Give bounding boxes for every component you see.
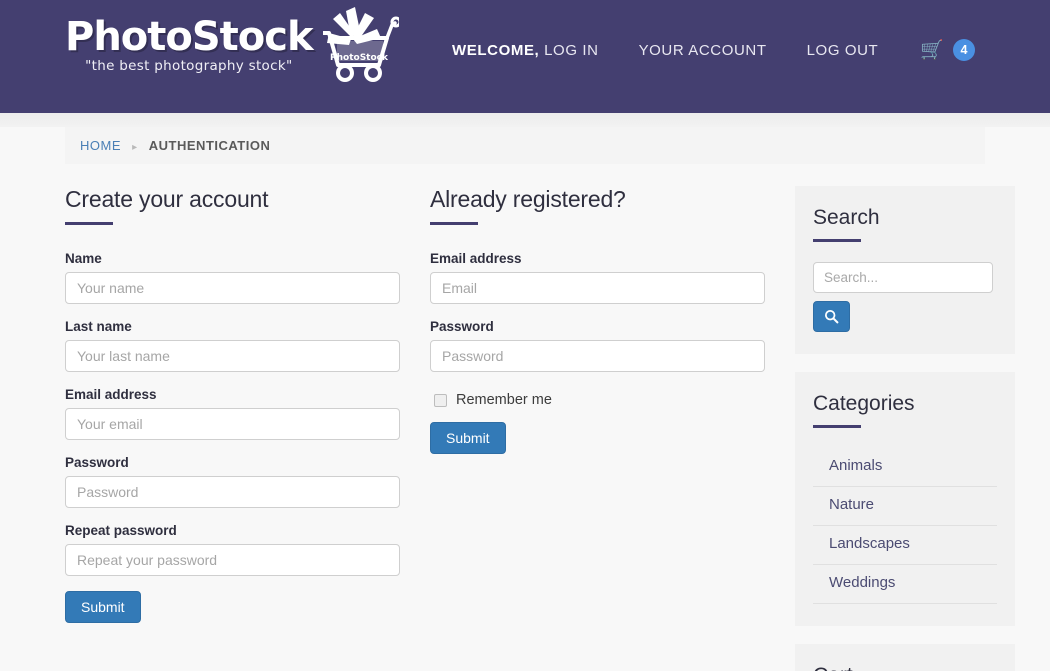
register-field-lastname: Last name xyxy=(65,319,430,372)
register-input-lastname[interactable] xyxy=(65,340,400,372)
categories-widget-title: Categories xyxy=(813,392,915,415)
category-link-weddings[interactable]: Weddings xyxy=(829,574,895,591)
breadcrumb-current: AUTHENTICATION xyxy=(148,138,271,153)
nav-item-your-account[interactable]: YOUR ACCOUNT xyxy=(639,36,767,65)
breadcrumb-home[interactable]: HOME xyxy=(80,138,121,153)
brand-wordmark: PhotoStock "the best photography stock" xyxy=(65,14,314,74)
brand-tagline: "the best photography stock" xyxy=(85,58,293,74)
title-underline xyxy=(813,425,861,428)
nav-login-label: LOG IN xyxy=(544,41,599,59)
content-row: Create your account Name Last name Email… xyxy=(65,186,1015,671)
register-label-name: Name xyxy=(65,251,102,266)
page-container: HOME ▸ AUTHENTICATION Create your accoun… xyxy=(0,127,1050,671)
title-underline xyxy=(430,222,478,225)
search-widget: Search xyxy=(795,186,1015,354)
register-label-lastname: Last name xyxy=(65,319,132,334)
login-field-email: Email address xyxy=(430,251,795,304)
register-input-email[interactable] xyxy=(65,408,400,440)
login-panel: Already registered? Email address Passwo… xyxy=(430,186,795,454)
shopping-cart-icon: 🛒 xyxy=(920,39,944,61)
register-input-repeat-password[interactable] xyxy=(65,544,400,576)
shopping-cart-with-photos-logo-icon: PhotoStock xyxy=(307,5,399,83)
login-title: Already registered? xyxy=(430,186,626,212)
search-icon xyxy=(824,309,839,324)
search-button[interactable] xyxy=(813,301,850,332)
register-field-repeat-password: Repeat password xyxy=(65,523,430,576)
category-link-landscapes[interactable]: Landscapes xyxy=(829,535,910,552)
login-label-email: Email address xyxy=(430,251,522,266)
site-header: PhotoStock "the best photography stock" xyxy=(0,0,1050,113)
title-underline xyxy=(813,239,861,242)
breadcrumb-separator-icon: ▸ xyxy=(132,142,138,153)
register-input-name[interactable] xyxy=(65,272,400,304)
register-panel: Create your account Name Last name Email… xyxy=(65,186,430,623)
register-input-password[interactable] xyxy=(65,476,400,508)
login-field-password: Password xyxy=(430,319,795,372)
category-item[interactable]: Weddings xyxy=(813,565,997,604)
header-shadow-strip xyxy=(0,113,1050,127)
register-submit-button[interactable]: Submit xyxy=(65,591,141,623)
category-link-animals[interactable]: Animals xyxy=(829,457,882,474)
sidebar: Search Categories Animals xyxy=(795,186,1015,671)
register-label-email: Email address xyxy=(65,387,157,402)
login-submit-button[interactable]: Submit xyxy=(430,422,506,454)
cart-widget: Cart xyxy=(795,644,1015,671)
category-item[interactable]: Nature xyxy=(813,487,997,526)
nav-item-logout[interactable]: LOG OUT xyxy=(807,36,879,65)
register-field-password: Password xyxy=(65,455,430,508)
brand-name: PhotoStock xyxy=(65,14,314,60)
breadcrumb: HOME ▸ AUTHENTICATION xyxy=(65,127,985,164)
category-item[interactable]: Animals xyxy=(813,448,997,487)
login-input-password[interactable] xyxy=(430,340,765,372)
remember-me-label[interactable]: Remember me xyxy=(456,392,552,408)
login-label-password: Password xyxy=(430,319,494,334)
svg-text:PhotoStock: PhotoStock xyxy=(330,53,389,63)
nav-cart[interactable]: 🛒 4 xyxy=(920,39,975,61)
main-navigation: WELCOME, LOG IN YOUR ACCOUNT LOG OUT 🛒 4 xyxy=(452,36,985,65)
categories-widget: Categories Animals Nature Landscapes Wed… xyxy=(795,372,1015,626)
search-input[interactable] xyxy=(813,262,993,293)
cart-widget-title: Cart xyxy=(813,664,997,671)
nav-item-login[interactable]: WELCOME, LOG IN xyxy=(452,36,599,65)
category-item[interactable]: Landscapes xyxy=(813,526,997,565)
register-label-password: Password xyxy=(65,455,129,470)
register-field-name: Name xyxy=(65,251,430,304)
remember-me-row: Remember me xyxy=(434,392,795,408)
register-field-email: Email address xyxy=(65,387,430,440)
category-link-nature[interactable]: Nature xyxy=(829,496,874,513)
cart-count-badge: 4 xyxy=(953,39,975,61)
brand-logo[interactable]: PhotoStock "the best photography stock" xyxy=(65,7,399,83)
search-widget-title: Search xyxy=(813,206,880,229)
remember-me-checkbox[interactable] xyxy=(434,393,447,407)
register-label-repeat-password: Repeat password xyxy=(65,523,177,538)
categories-list: Animals Nature Landscapes Weddings xyxy=(813,448,997,604)
title-underline xyxy=(65,222,113,225)
login-input-email[interactable] xyxy=(430,272,765,304)
nav-welcome-label: WELCOME, xyxy=(452,41,540,59)
register-title: Create your account xyxy=(65,186,269,212)
